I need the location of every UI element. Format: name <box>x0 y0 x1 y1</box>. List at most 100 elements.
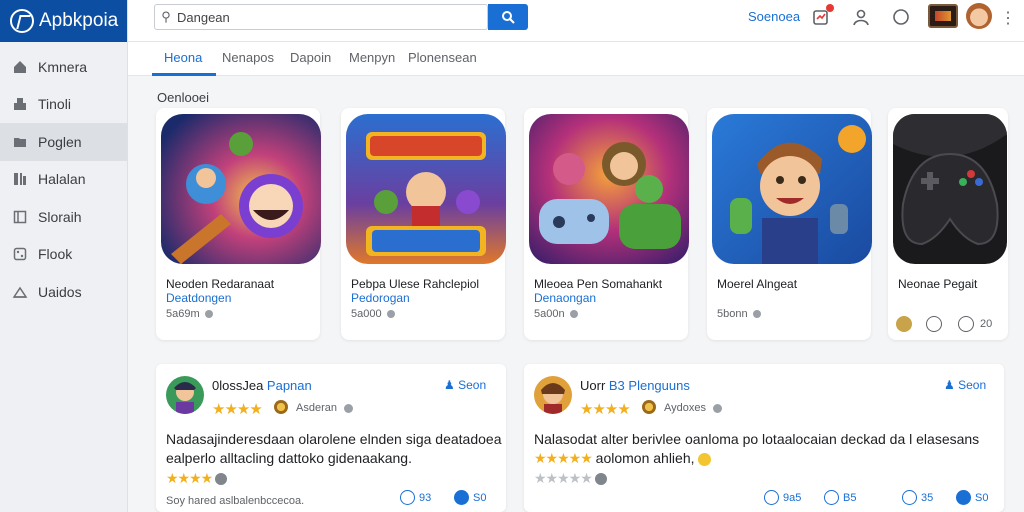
inline-rating: ★★★★★ <box>534 450 593 466</box>
review-text: Nalasodat alter berivlee oanloma po lota… <box>534 430 979 468</box>
search-input[interactable] <box>177 9 487 25</box>
review-caption: Soy hared aslbalenbccecoa. <box>166 495 305 507</box>
search-button[interactable] <box>488 4 528 30</box>
game-thumbnail <box>529 114 689 264</box>
game-thumbnail <box>161 114 321 264</box>
comment-icon <box>956 490 971 505</box>
person-icon: ♟ <box>944 378 959 392</box>
share-count: 35 <box>921 491 934 504</box>
game-card[interactable]: Pebpa Ulese Rahclepiol Pedorogan 5a000 <box>341 108 506 340</box>
top-link[interactable]: Soenoea <box>748 9 800 24</box>
info-icon[interactable] <box>958 316 974 332</box>
review-text-line: Nadasajinderesdaan olarolene elnden siga… <box>166 431 502 447</box>
user-icon[interactable] <box>850 6 872 28</box>
reviewer-rating: ★★★★ <box>580 401 631 418</box>
follow-button-label: Seon <box>958 378 987 392</box>
game-developer[interactable]: Deatdongen <box>166 291 231 305</box>
like-count: 93 <box>419 491 432 504</box>
sidebar-item-4[interactable]: Halalan <box>0 161 127 199</box>
emoji-icon <box>698 452 712 466</box>
search-box[interactable]: ⚲ <box>154 4 488 30</box>
reviewer-name-text: 0lossJea <box>212 378 267 393</box>
review-text-line: ealperlo alltacling dattoko gidenaakang. <box>166 450 412 466</box>
like-button[interactable]: 93 <box>400 490 431 505</box>
review-rating: ★★★★ <box>166 470 228 487</box>
more-options-icon[interactable]: ⋮ <box>1000 8 1016 28</box>
game-meta: 5a00n <box>534 308 578 320</box>
reviewer-name[interactable]: Uorr B3 Plenguuns <box>580 378 690 393</box>
tab-3[interactable]: Dapoin <box>290 50 331 65</box>
sidebar-item-5[interactable]: Sloraih <box>0 198 127 236</box>
sidebar-item-1[interactable]: Kmnera <box>0 48 127 86</box>
review-card: Uorr B3 Plenguuns ♟ Seon ★★★★ Aydoxes Na… <box>524 364 1004 512</box>
media-thumbnail[interactable] <box>928 4 958 28</box>
sidebar-item-7[interactable]: Uaidos <box>0 273 127 311</box>
game-card[interactable]: Neonae Pegait 20 <box>888 108 1008 340</box>
cloud-save-icon[interactable] <box>926 316 942 332</box>
game-title: Mleoea Pen Somahankt <box>534 277 663 291</box>
like-icon <box>400 490 415 505</box>
like-button[interactable]: 9a5 <box>764 490 801 505</box>
sidebar-item-3[interactable]: Poglen <box>0 123 127 161</box>
share-button[interactable]: 35 <box>902 490 933 505</box>
tab-2[interactable]: Nenapos <box>222 50 274 65</box>
game-title: Pebpa Ulese Rahclepiol <box>351 277 480 291</box>
help-icon[interactable] <box>890 6 912 28</box>
game-card[interactable]: Moerel Alngeat 5bonn <box>707 108 872 340</box>
follow-button[interactable]: ♟ Seon <box>944 378 986 392</box>
game-card[interactable]: Neoden Redaranaat Deatdongen 5a69m <box>156 108 321 340</box>
game-thumbnail <box>893 114 1007 264</box>
game-card[interactable]: Mleoea Pen Somahankt Denaongan 5a00n <box>524 108 689 340</box>
comment-button[interactable]: S0 <box>956 490 988 505</box>
medal-icon <box>642 400 656 414</box>
reviewer-avatar[interactable] <box>166 376 204 414</box>
game-meta: 5a000 <box>351 308 395 320</box>
book-icon <box>12 209 28 225</box>
reviewer-name[interactable]: 0lossJea Papnan <box>212 378 312 393</box>
dice-icon <box>12 246 28 262</box>
follow-button[interactable]: ♟ Seon <box>444 378 486 392</box>
active-tab-indicator <box>152 73 216 76</box>
notifications-icon[interactable] <box>810 4 834 28</box>
reply-button[interactable]: B5 <box>824 490 856 505</box>
library-icon <box>12 171 28 187</box>
app-logo-icon <box>10 9 34 33</box>
reply-count: S0 <box>473 491 487 504</box>
sidebar-item-6[interactable]: Flook <box>0 236 127 274</box>
reviewer-rating: ★★★★ <box>212 401 263 418</box>
tab-1[interactable]: Heona <box>164 50 202 65</box>
grid-icon <box>12 96 28 112</box>
medal-icon <box>274 400 288 414</box>
sidebar-item-label: Flook <box>38 246 73 263</box>
search-icon <box>502 11 515 24</box>
game-developer[interactable]: Pedorogan <box>351 291 410 305</box>
reviewer-avatar[interactable] <box>534 376 572 414</box>
game-meta-value: 5a69m <box>166 308 200 320</box>
home-icon <box>12 59 28 75</box>
game-meta-value: 5a00n <box>534 308 565 320</box>
tab-4[interactable]: Menpyn <box>349 50 395 65</box>
like-count: 9a5 <box>783 491 802 504</box>
info-icon <box>215 473 228 486</box>
review-developer-text: Asderan <box>296 402 337 414</box>
reply-count: B5 <box>843 491 857 504</box>
reviewer-name-accent: Papnan <box>266 378 312 393</box>
sidebar-item-label: Poglen <box>38 133 82 150</box>
review-developer: Aydoxes <box>664 402 723 414</box>
cloud-icon <box>12 284 28 300</box>
comment-count: S0 <box>975 491 989 504</box>
reviewer-name-accent: B3 Plenguuns <box>608 378 690 393</box>
sidebar: Apbkpoia Kmnera Tinoli Poglen Halalan Sl… <box>0 0 128 512</box>
tab-5[interactable]: Plonensean <box>408 50 477 65</box>
game-developer[interactable]: Denaongan <box>534 291 596 305</box>
notification-badge <box>826 4 834 12</box>
game-meta: 5bonn <box>717 308 761 320</box>
app-brand[interactable]: Apbkpoia <box>0 0 127 42</box>
avatar[interactable] <box>966 3 992 29</box>
search-icon: ⚲ <box>161 9 171 24</box>
reply-button[interactable]: S0 <box>454 490 486 505</box>
folder-icon <box>12 134 28 150</box>
game-meta-value: 5a000 <box>351 308 382 320</box>
info-icon <box>344 403 354 413</box>
sidebar-item-2[interactable]: Tinoli <box>0 86 127 124</box>
